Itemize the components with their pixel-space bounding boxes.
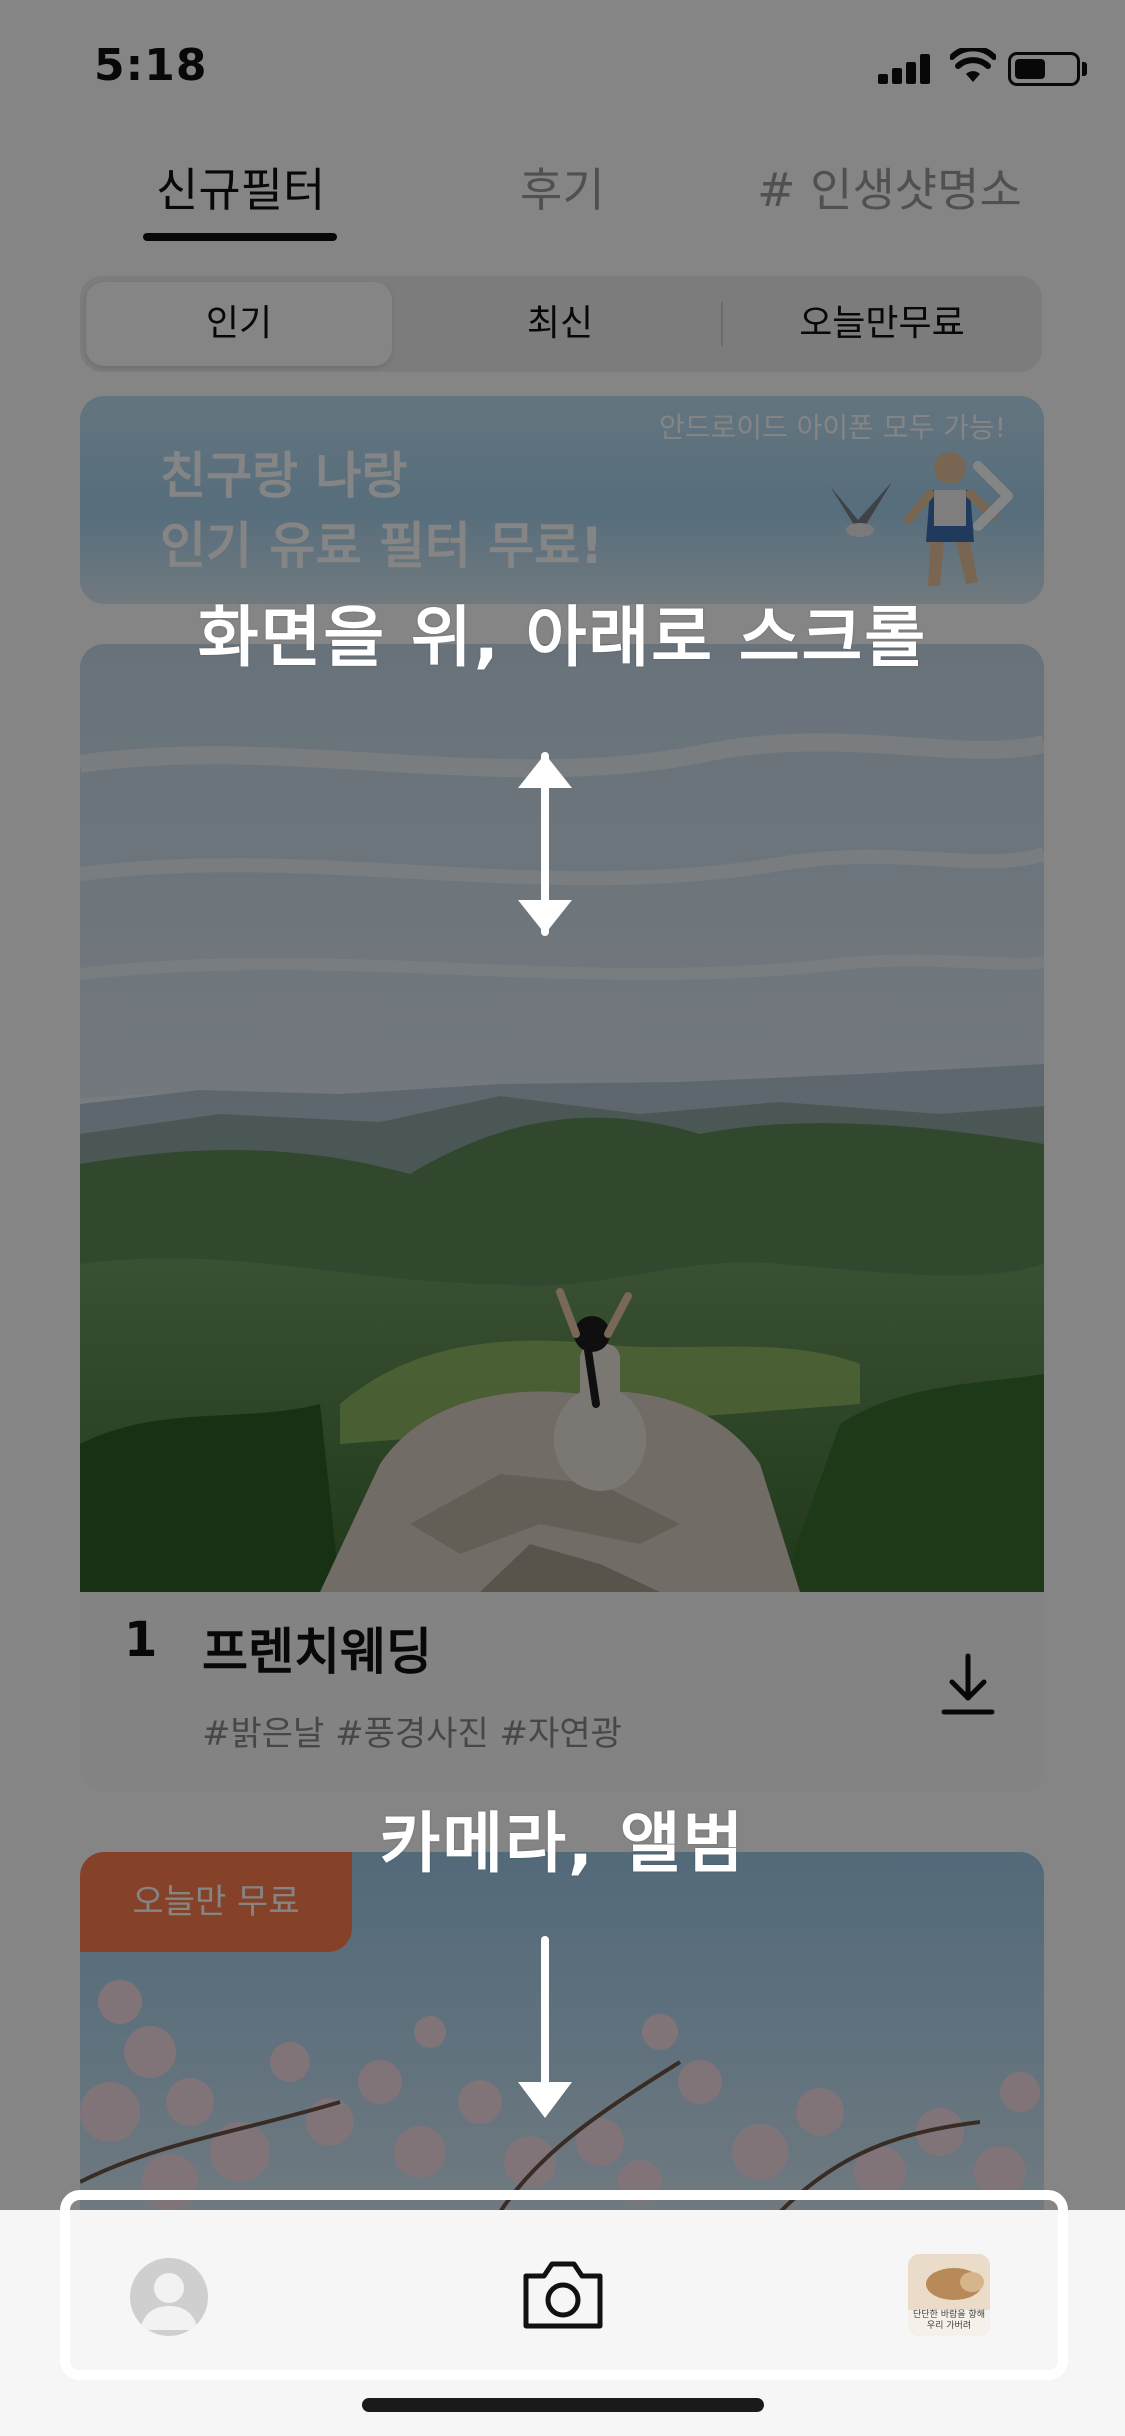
scroll-hint-text: 화면을 위, 아래로 스크롤 xyxy=(197,599,928,676)
home-indicator[interactable] xyxy=(362,2398,764,2412)
camera-album-hint-text: 카메라, 앨범 xyxy=(379,1805,746,1882)
down-arrow-icon xyxy=(518,1936,572,2118)
scroll-up-down-arrow-icon xyxy=(518,752,572,936)
app-screen: 5:18 신규필터 후기 # 인생샷명소 인기 최신 오늘만무료 안드로이드 아… xyxy=(0,0,1125,2436)
bottom-nav-highlight-frame xyxy=(60,2190,1068,2380)
